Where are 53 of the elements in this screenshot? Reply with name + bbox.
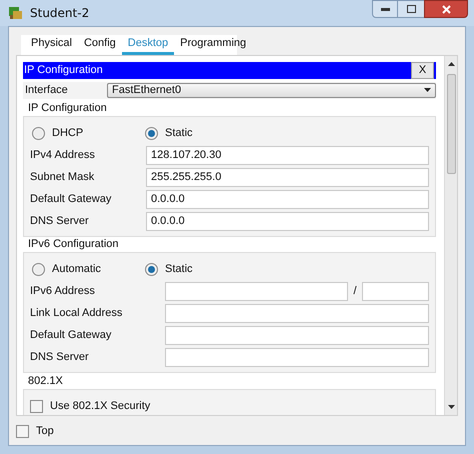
field-label: DNS Server (30, 214, 90, 229)
input-field[interactable] (165, 348, 429, 366)
prefix-separator: / (352, 284, 358, 299)
tab[interactable]: Programming (174, 35, 252, 55)
field-label: Default Gateway (30, 328, 112, 343)
app-icon (8, 5, 24, 21)
scroll-up-icon (448, 62, 454, 66)
minimize-button[interactable] (372, 0, 398, 18)
tab[interactable]: Physical (25, 35, 78, 55)
scroll-thumb[interactable] (446, 74, 456, 174)
window-title: Student-2 (30, 5, 90, 22)
radio-button[interactable] (32, 263, 45, 276)
input-field[interactable] (165, 304, 429, 322)
group-title: IP Configuration (27, 102, 108, 114)
radio-button[interactable] (32, 127, 45, 140)
checkbox-label: Top (36, 424, 54, 439)
radio-button[interactable] (145, 127, 158, 140)
input-field[interactable] (165, 282, 348, 300)
scrollbar[interactable] (444, 56, 457, 415)
field-label: IPv6 Address (30, 284, 96, 299)
input-field[interactable]: 0.0.0.0 (146, 212, 429, 230)
input-field[interactable]: 128.107.20.30 (146, 146, 429, 164)
caret-icon (424, 88, 431, 92)
group-title: 802.1X (27, 374, 64, 388)
radio-button[interactable] (145, 263, 158, 276)
close-button[interactable] (424, 0, 468, 18)
dropdown[interactable]: FastEthernet0 (107, 82, 436, 98)
close-icon (442, 4, 450, 14)
field-label: Interface (24, 83, 69, 98)
input-field[interactable]: 0.0.0.0 (146, 190, 429, 208)
scroll-down-icon (448, 405, 454, 409)
checkbox[interactable] (30, 400, 43, 413)
field-label: Subnet Mask (30, 170, 96, 185)
group-title: IPv6 Configuration (27, 238, 120, 250)
field-label: IPv4 Address (30, 148, 96, 163)
input-field[interactable]: 255.255.255.0 (146, 168, 429, 186)
input-field[interactable] (362, 282, 429, 300)
close-button[interactable]: X (411, 62, 434, 79)
field-label: Link Local Address (30, 306, 124, 321)
maximize-icon (406, 5, 416, 13)
radio-label: DHCP (52, 126, 84, 142)
input-field[interactable] (165, 326, 429, 344)
header-title: IP Configuration (24, 63, 103, 78)
radio-label: Static (165, 126, 193, 142)
checkbox[interactable] (16, 424, 29, 438)
tab[interactable]: Config (78, 35, 122, 55)
maximize-button[interactable] (398, 0, 424, 18)
field-label: DNS Server (30, 350, 90, 365)
checkbox-label: Use 802.1X Security (50, 399, 150, 414)
minimize-icon (380, 8, 390, 10)
field-label: Default Gateway (30, 192, 112, 207)
radio-label: Static (165, 262, 193, 278)
radio-label: Automatic (52, 262, 101, 278)
